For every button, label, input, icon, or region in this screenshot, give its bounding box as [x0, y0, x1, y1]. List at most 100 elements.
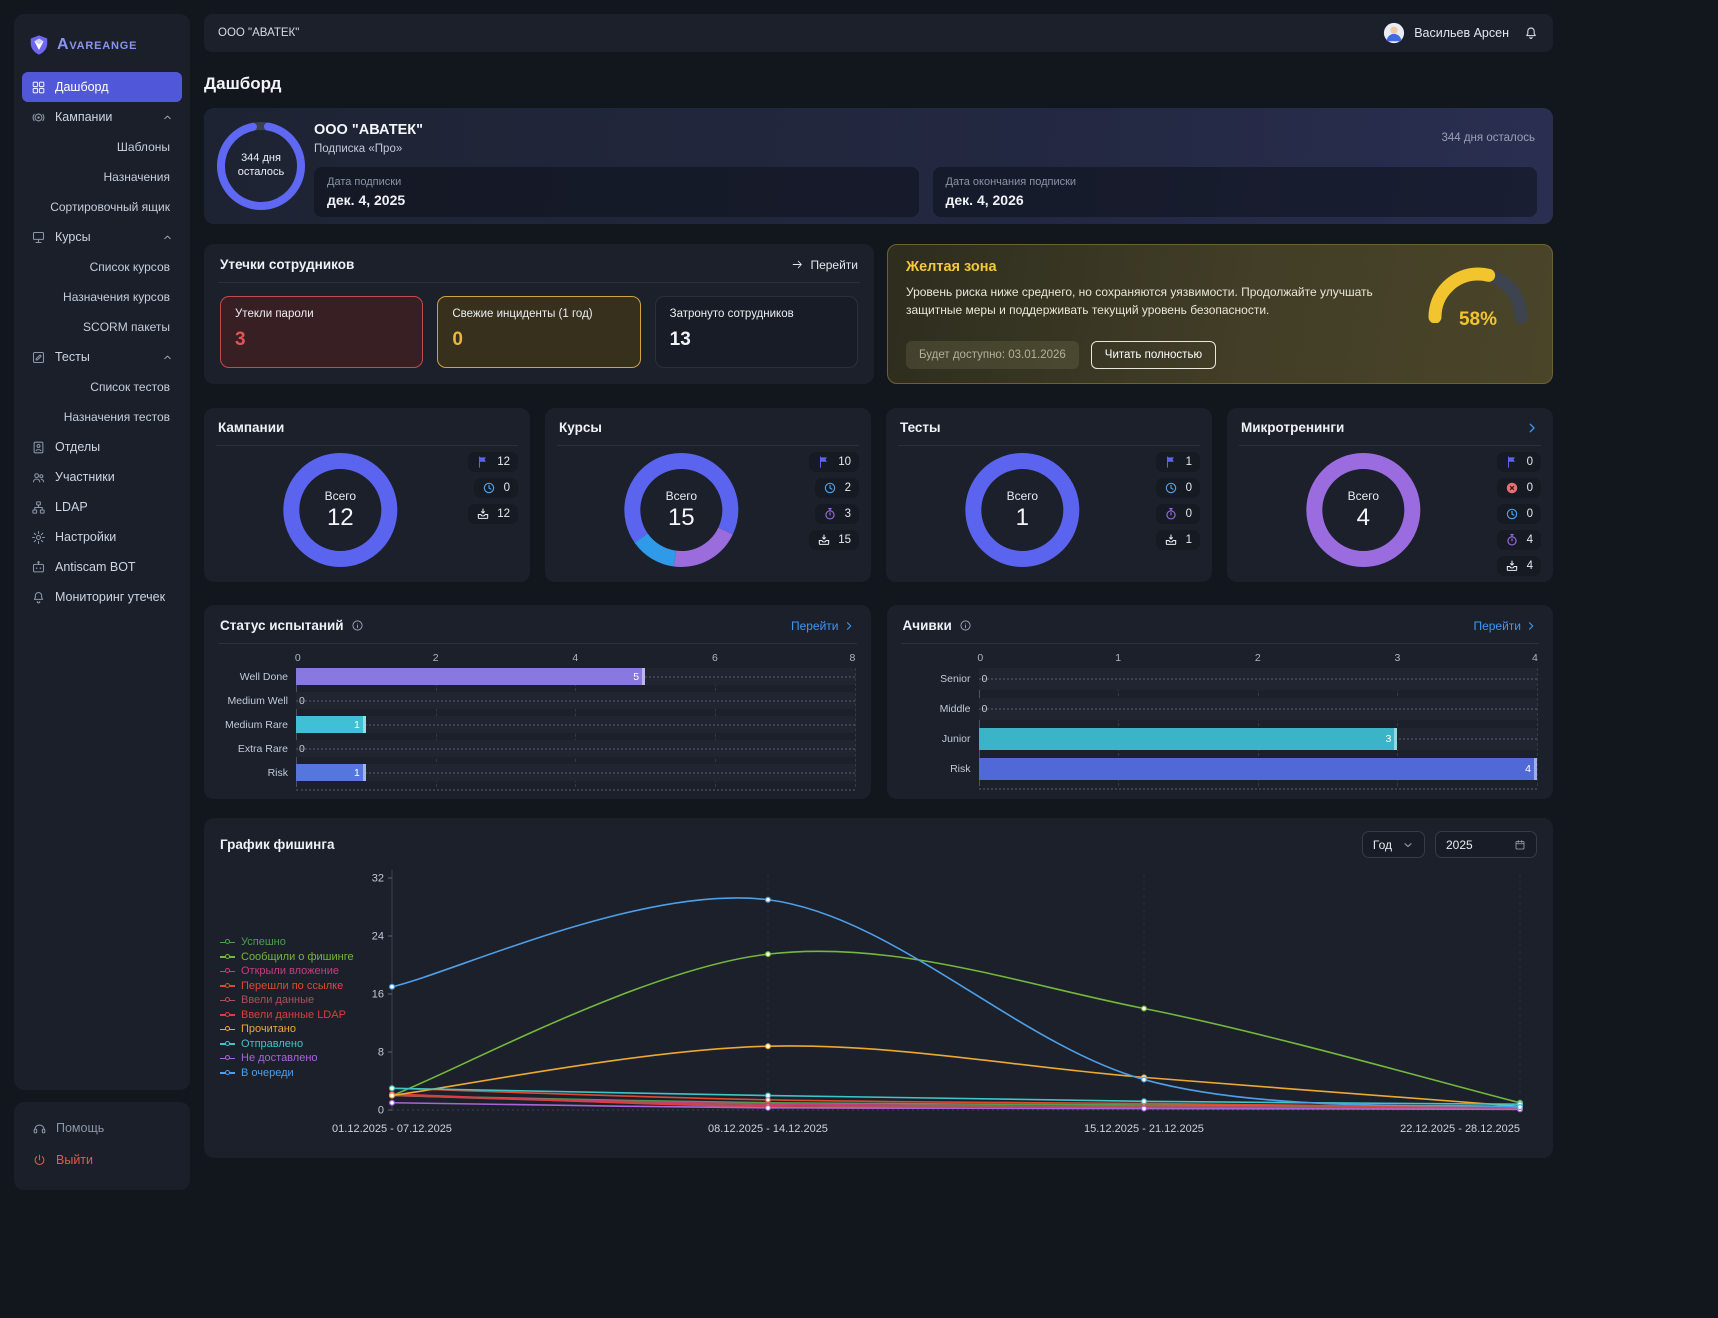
phishing-legend: Успешно Сообщили о фишинге Открыли вложени…: [220, 936, 354, 1079]
sidebar-item-dashboard[interactable]: Дашборд: [22, 72, 182, 102]
sidebar-subitem-test-list[interactable]: Список тестов: [22, 372, 182, 402]
sidebar-item-members[interactable]: Участники: [22, 462, 182, 492]
read-full-button[interactable]: Читать полностью: [1091, 341, 1216, 369]
shield-logo-icon: [28, 34, 50, 56]
sidebar-item-departments[interactable]: Отделы: [22, 432, 182, 462]
sidebar-subitem-course-list[interactable]: Список курсов: [22, 252, 182, 282]
logo: Avareange: [22, 26, 182, 72]
sidebar-subitem-scorm[interactable]: SCORM пакеты: [22, 312, 182, 342]
subscription-card: 344 дня осталось ООО "АВАТЕК" Подписка «…: [204, 108, 1553, 224]
legend-item[interactable]: Ввели данные: [220, 994, 354, 1006]
user-menu[interactable]: Васильев Арсен: [1383, 22, 1509, 44]
logout-icon: [32, 1153, 47, 1168]
logo-text: Avareange: [57, 36, 137, 54]
legend-marker-icon: [220, 1026, 235, 1033]
bar: 5: [296, 668, 645, 685]
sidebar-subitem-templates[interactable]: Шаблоны: [22, 132, 182, 162]
tests-donut: Всего1: [964, 452, 1080, 568]
period-select[interactable]: Год: [1362, 831, 1425, 858]
clock-icon: [1505, 507, 1519, 521]
chevron-up-icon: [162, 232, 173, 243]
legend-item[interactable]: Не доставлено: [220, 1052, 354, 1064]
courses-title: Курсы: [559, 420, 602, 435]
badge-value: 4: [1527, 534, 1533, 546]
bar-value: 1: [354, 767, 360, 779]
badge-value: 15: [838, 534, 851, 546]
campaigns-card: КампанииВсего1212012: [204, 408, 530, 582]
leaks-goto-link[interactable]: Перейти: [791, 258, 858, 272]
bot-icon: [31, 560, 46, 575]
sidebar-subitem-course-assignments[interactable]: Назначения курсов: [22, 282, 182, 312]
sidebar-subitem-assignments[interactable]: Назначения: [22, 162, 182, 192]
svg-text:0: 0: [378, 1105, 384, 1117]
badge-value: 1: [1186, 456, 1192, 468]
svg-text:16: 16: [372, 989, 384, 1001]
campaigns-total: Всего12: [282, 452, 398, 568]
bar-row-risk: Risk4: [979, 758, 1538, 780]
legend-label: Перешли по ссылке: [241, 980, 343, 992]
legend-item[interactable]: В очереди: [220, 1067, 354, 1079]
courses-badge-flag: 10: [809, 452, 859, 472]
bar-value: 0: [982, 673, 988, 685]
sidebar-item-settings[interactable]: Настройки: [22, 522, 182, 552]
bar-category-label: Senior: [940, 673, 970, 685]
page-title: Дашборд: [204, 74, 1553, 94]
microtrainings-badge-timer: 4: [1497, 530, 1541, 550]
info-icon[interactable]: [351, 619, 364, 632]
bar-category-label: Medium Rare: [225, 719, 288, 731]
main-content: ООО "АВАТЕК" Васильев Арсен Дашборд 344 …: [204, 14, 1553, 1158]
legend-item[interactable]: Успешно: [220, 936, 354, 948]
bar-row-senior: Senior0: [979, 668, 1538, 690]
xcircle-icon: [1505, 481, 1519, 495]
bar-category-label: Middle: [940, 703, 971, 715]
sidebar-footer-help[interactable]: Помощь: [22, 1112, 182, 1144]
legend-item[interactable]: Прочитано: [220, 1023, 354, 1035]
headset-icon: [32, 1121, 47, 1136]
year-picker[interactable]: 2025: [1435, 831, 1537, 858]
sidebar-item-antiscam-bot[interactable]: Antiscam BOT: [22, 552, 182, 582]
bar-row-medium-rare: Medium Rare1: [296, 716, 855, 733]
legend-item[interactable]: Отправлено: [220, 1038, 354, 1050]
sidebar-item-tests[interactable]: Тесты: [22, 342, 182, 372]
svg-text:24: 24: [372, 931, 384, 943]
topbar: ООО "АВАТЕК" Васильев Арсен: [204, 14, 1553, 52]
sidebar-item-leak-monitoring[interactable]: Мониторинг утечек: [22, 582, 182, 612]
sidebar-footer: ПомощьВыйти: [14, 1102, 190, 1190]
legend-item[interactable]: Перешли по ссылке: [220, 980, 354, 992]
chevron-up-icon: [162, 112, 173, 123]
chevron-right-icon: [843, 620, 855, 632]
info-icon[interactable]: [959, 619, 972, 632]
sidebar-item-ldap[interactable]: LDAP: [22, 492, 182, 522]
trial-status-goto-link[interactable]: Перейти: [791, 619, 855, 633]
inbox-icon: [1505, 559, 1519, 573]
sidebar-item-campaigns[interactable]: Кампании: [22, 102, 182, 132]
tests-title: Тесты: [900, 420, 941, 435]
sidebar-footer-logout[interactable]: Выйти: [22, 1144, 182, 1176]
achievements-title: Ачивки: [903, 618, 952, 633]
badge-value: 12: [497, 508, 510, 520]
x-tick-label: 6: [712, 652, 718, 664]
legend-item[interactable]: Ввели данные LDAP: [220, 1009, 354, 1021]
bar-category-label: Medium Well: [228, 695, 289, 707]
calendar-icon: [1514, 839, 1526, 851]
risk-percent: 58%: [1426, 309, 1530, 331]
courses-donut: Всего15: [623, 452, 739, 568]
svg-text:01.12.2025 - 07.12.2025: 01.12.2025 - 07.12.2025: [332, 1123, 452, 1135]
flag-icon: [1505, 455, 1519, 469]
sidebar-subitem-test-assignments[interactable]: Назначения тестов: [22, 402, 182, 432]
legend-item[interactable]: Открыли вложение: [220, 965, 354, 977]
legend-marker-icon: [220, 953, 235, 960]
bar-row-junior: Junior3: [979, 728, 1538, 750]
legend-label: Открыли вложение: [241, 965, 339, 977]
sidebar-item-courses[interactable]: Курсы: [22, 222, 182, 252]
courses-total: Всего15: [623, 452, 739, 568]
bar: 1: [296, 716, 366, 733]
sidebar-subitem-sorting-box[interactable]: Сортировочный ящик: [22, 192, 182, 222]
available-date-button[interactable]: Будет доступно: 03.01.2026: [906, 341, 1079, 369]
sidebar-item-label: Дашборд: [55, 80, 109, 94]
legend-label: Успешно: [241, 936, 286, 948]
legend-item[interactable]: Сообщили о фишинге: [220, 951, 354, 963]
notifications-bell-icon[interactable]: [1523, 25, 1539, 41]
achievements-goto-link[interactable]: Перейти: [1473, 619, 1537, 633]
microtrainings-goto-chevron[interactable]: [1525, 421, 1539, 435]
